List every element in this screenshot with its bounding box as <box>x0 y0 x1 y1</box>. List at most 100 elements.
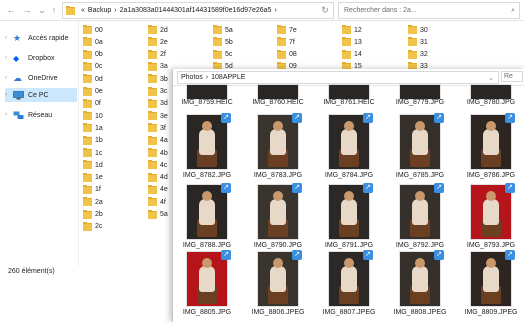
folder-item[interactable]: 2f <box>148 49 166 60</box>
folder-item[interactable]: 2e <box>148 37 168 47</box>
folder-item[interactable]: 10 <box>83 111 103 121</box>
folder-item[interactable]: 00 <box>83 25 103 35</box>
folder-label: 0d <box>95 75 103 83</box>
folder-label: 3e <box>160 112 168 120</box>
folder-item[interactable]: 3f <box>148 123 166 133</box>
refresh-icon[interactable]: ↻ <box>318 3 332 17</box>
expand-chevron-icon[interactable]: › <box>5 55 13 61</box>
addr-seg-1[interactable]: Backup <box>88 7 111 14</box>
folder-label: 1c <box>95 149 103 157</box>
sidebar-item-network[interactable]: › Réseau <box>5 108 77 122</box>
expand-chevron-icon[interactable]: › <box>5 35 13 41</box>
forward-arrow-icon[interactable]: → <box>20 3 34 17</box>
folder-item[interactable]: 2a <box>83 197 103 207</box>
expand-chevron-icon[interactable]: › <box>5 92 13 98</box>
crumb-photos[interactable]: Photos <box>181 74 203 81</box>
folder-item[interactable]: 1e <box>83 172 103 183</box>
folder-item[interactable]: 0a <box>83 37 103 47</box>
folder-item[interactable]: 1a <box>83 123 103 133</box>
folder-item[interactable]: 32 <box>408 49 428 60</box>
photo-subject <box>412 199 428 225</box>
folder-icon <box>148 135 157 145</box>
folder-item[interactable]: 1f <box>83 184 101 195</box>
photo-thumbnail <box>400 115 440 169</box>
folder-item[interactable]: 3a <box>148 61 168 72</box>
sidebar-item-quick-access[interactable]: › ★ Accès rapide <box>5 31 77 45</box>
folder-item[interactable]: 2c <box>83 221 102 232</box>
front-search-input[interactable]: Re <box>501 71 523 82</box>
folder-icon <box>83 49 92 59</box>
back-address-bar[interactable]: « Backup › 2a1a3083a01444301af14431589f0… <box>62 2 334 19</box>
photo-subject <box>270 266 286 292</box>
folder-item[interactable]: 0b <box>83 49 103 60</box>
folder-icon <box>83 172 92 182</box>
back-search-input[interactable]: Rechercher dans : 2a... ⌕ <box>338 2 520 19</box>
folder-item[interactable]: 4a <box>148 135 168 146</box>
folder-item[interactable]: 30 <box>408 25 428 35</box>
folder-item[interactable]: 12 <box>342 25 362 35</box>
folder-item[interactable]: 4e <box>148 184 168 195</box>
shortcut-arrow-icon: ↗ <box>363 250 373 260</box>
folder-item[interactable]: 0d <box>83 74 103 84</box>
addr-seg-3[interactable]: 2a1a3083a01444301af14431589f0e16d97e26a5 <box>120 7 272 14</box>
folder-item[interactable]: 7f <box>277 37 295 47</box>
folder-label: 1e <box>95 174 103 182</box>
up-arrow-icon[interactable]: ↑ <box>47 3 61 17</box>
folder-item[interactable]: 2d <box>148 25 168 35</box>
folder-icon <box>342 49 351 59</box>
folder-label: 2b <box>95 211 103 218</box>
expand-chevron-icon[interactable]: › <box>5 112 13 118</box>
folder-item[interactable]: 08 <box>277 49 297 60</box>
back-arrow-icon[interactable]: ← <box>4 3 18 17</box>
folder-item[interactable]: 14 <box>342 49 362 60</box>
folder-icon <box>408 49 417 59</box>
photo-subject <box>483 199 499 225</box>
folder-item[interactable]: 5b <box>213 37 233 47</box>
folder-item[interactable]: 0f <box>83 98 101 109</box>
folder-label: 3b <box>160 75 168 83</box>
folder-item[interactable]: 3b <box>148 74 168 84</box>
folder-item[interactable]: 4b <box>148 148 168 158</box>
folder-item[interactable]: 31 <box>408 37 428 47</box>
folder-item[interactable]: 5a <box>213 25 233 35</box>
folder-item[interactable]: 2b <box>83 209 103 220</box>
folder-icon <box>148 160 157 170</box>
folder-item[interactable]: 4f <box>148 197 166 207</box>
folder-item[interactable]: 4d <box>148 172 168 183</box>
folder-label: 32 <box>420 51 428 59</box>
shortcut-arrow-icon: ↗ <box>505 250 515 260</box>
folder-item[interactable]: 7e <box>277 25 297 35</box>
photo-subject <box>412 129 428 155</box>
folder-item[interactable]: 13 <box>342 37 362 47</box>
star-icon: ★ <box>13 32 22 43</box>
folder-item[interactable]: 0c <box>83 61 102 72</box>
photo-subject <box>415 258 425 268</box>
photo-subject <box>202 191 212 201</box>
folder-item[interactable]: 5c <box>213 49 232 60</box>
expand-chevron-icon[interactable]: › <box>5 75 13 81</box>
folder-item[interactable]: 5a <box>148 209 168 220</box>
folder-item[interactable]: 3c <box>148 86 167 97</box>
photo-subject <box>341 129 357 155</box>
folder-item[interactable]: 1b <box>83 135 103 146</box>
folder-icon <box>148 209 157 219</box>
crumb-108apple[interactable]: 108APPLE <box>211 74 245 81</box>
folder-item[interactable]: 3e <box>148 111 168 121</box>
folder-item[interactable]: 1d <box>83 160 103 170</box>
sidebar-item-this-pc[interactable]: › Ce PC <box>5 88 77 102</box>
photo-subject <box>270 129 286 155</box>
folder-item[interactable]: 4c <box>148 160 167 170</box>
front-address-bar[interactable]: Photos › 108APPLE ⌄ <box>177 71 499 84</box>
folder-icon <box>277 25 286 34</box>
photo-filename: IMG_8786.JPG <box>466 172 516 179</box>
dropdown-chevron-icon[interactable]: ⌄ <box>488 74 494 82</box>
folder-item[interactable]: 0e <box>83 86 103 97</box>
sidebar-item-dropbox[interactable]: › ◆ Dropbox <box>5 51 77 65</box>
folder-item[interactable]: 3d <box>148 98 168 109</box>
sidebar-item-onedrive[interactable]: › ☁ OneDrive <box>5 71 77 85</box>
folder-icon <box>83 61 92 71</box>
folder-item[interactable]: 1c <box>83 148 102 158</box>
folder-icon <box>213 37 222 47</box>
photo-subject <box>486 258 496 268</box>
addr-seg-4[interactable]: › <box>274 7 276 14</box>
